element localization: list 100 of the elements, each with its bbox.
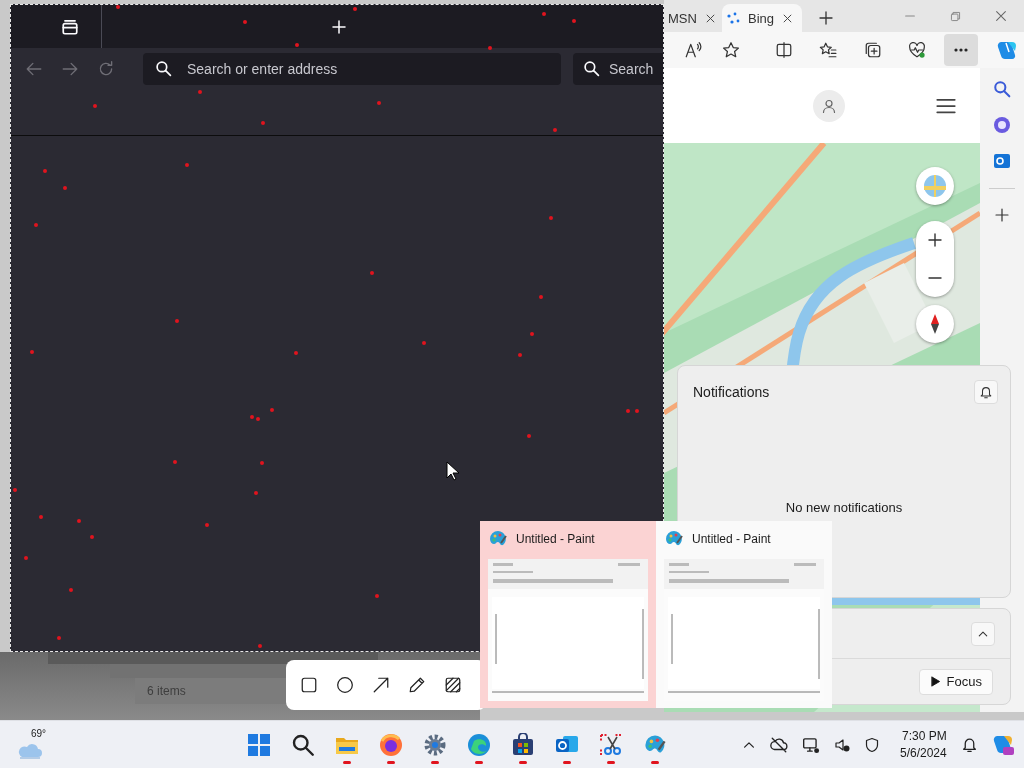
dot-icon bbox=[549, 216, 553, 220]
browser-tab[interactable]: Bing bbox=[722, 4, 802, 32]
pen-tool-icon[interactable] bbox=[408, 676, 426, 694]
close-tab-icon[interactable] bbox=[782, 12, 794, 24]
search-icon bbox=[155, 60, 172, 77]
reload-icon[interactable] bbox=[97, 60, 115, 78]
dot-icon bbox=[243, 20, 247, 24]
window-preview-card[interactable]: Untitled - Paint bbox=[656, 521, 832, 708]
panel-title: Notifications bbox=[693, 384, 770, 400]
dot-icon bbox=[626, 409, 630, 413]
mouse-cursor-icon bbox=[446, 461, 460, 482]
fox-browser-icon[interactable] bbox=[379, 732, 403, 757]
bell-icon bbox=[979, 385, 993, 399]
dot-icon bbox=[63, 186, 67, 190]
dot-icon bbox=[260, 461, 264, 465]
forward-icon[interactable] bbox=[61, 60, 79, 78]
tab-list-icon[interactable] bbox=[61, 17, 79, 36]
window-title: Untitled - Paint bbox=[692, 532, 771, 546]
restore-icon[interactable] bbox=[949, 9, 962, 23]
dot-icon bbox=[39, 515, 43, 519]
search-icon bbox=[583, 60, 600, 77]
clock-date: 5/6/2024 bbox=[900, 744, 947, 762]
dot-icon bbox=[527, 434, 531, 438]
split-screen-icon[interactable] bbox=[775, 41, 793, 59]
cloud-off-icon[interactable] bbox=[770, 735, 788, 754]
dot-icon bbox=[93, 104, 97, 108]
rectangle-tool-icon[interactable] bbox=[300, 676, 318, 694]
dot-icon bbox=[539, 295, 543, 299]
shield-icon[interactable] bbox=[864, 736, 880, 753]
search-field[interactable]: Search bbox=[573, 53, 663, 85]
monitor-icon[interactable] bbox=[802, 735, 820, 754]
dot-icon bbox=[530, 332, 534, 336]
dot-icon bbox=[295, 43, 299, 47]
dot-icon bbox=[488, 46, 492, 50]
dot-icon bbox=[43, 169, 47, 173]
favorite-star-icon[interactable] bbox=[722, 41, 740, 59]
item-count: 6 items bbox=[147, 684, 186, 698]
search-icon[interactable] bbox=[291, 732, 315, 757]
dot-icon bbox=[518, 353, 522, 357]
dot-icon bbox=[635, 409, 639, 413]
copilot-icon[interactable] bbox=[996, 39, 1018, 61]
dot-icon bbox=[57, 636, 61, 640]
gear-icon[interactable] bbox=[423, 732, 447, 757]
dot-icon bbox=[250, 415, 254, 419]
dot-icon bbox=[353, 7, 357, 11]
dot-icon bbox=[90, 535, 94, 539]
dot-icon bbox=[370, 271, 374, 275]
blur-tool-icon[interactable] bbox=[444, 676, 462, 694]
dot-icon bbox=[377, 101, 381, 105]
window-title: Untitled - Paint bbox=[516, 532, 595, 546]
person-icon bbox=[821, 97, 837, 114]
heart-pulse-icon[interactable] bbox=[908, 41, 926, 59]
empty-message: No new notifications bbox=[784, 500, 904, 515]
profile-avatar[interactable] bbox=[813, 89, 845, 122]
collections-icon[interactable] bbox=[864, 41, 882, 59]
wave-browser-icon[interactable] bbox=[467, 732, 491, 757]
dot-icon bbox=[572, 19, 576, 23]
dot-icon bbox=[375, 594, 379, 598]
compass-icon bbox=[930, 314, 940, 334]
browser-tab[interactable]: MSN bbox=[664, 4, 716, 32]
focus-button[interactable]: Focus bbox=[918, 668, 993, 695]
address-field[interactable]: Search or enter address bbox=[143, 53, 561, 85]
dot-icon bbox=[185, 163, 189, 167]
notification-bell-icon[interactable] bbox=[960, 736, 978, 753]
dot-icon bbox=[258, 644, 262, 648]
dot-icon bbox=[422, 341, 426, 345]
outlook-icon[interactable] bbox=[993, 152, 1011, 170]
ellipse-tool-icon[interactable] bbox=[336, 676, 354, 694]
shopping-bag-icon[interactable] bbox=[511, 732, 535, 757]
read-aloud-icon[interactable] bbox=[684, 41, 702, 59]
dot-icon bbox=[205, 523, 209, 527]
dot-icon bbox=[173, 460, 177, 464]
back-icon[interactable] bbox=[25, 60, 43, 78]
dot-icon bbox=[198, 90, 202, 94]
arrow-tool-icon[interactable] bbox=[372, 676, 390, 694]
dot-icon bbox=[261, 121, 265, 125]
dot-icon bbox=[13, 488, 17, 492]
clock-time: 7:30 PM bbox=[902, 727, 947, 745]
dot-icon bbox=[77, 519, 81, 523]
play-icon bbox=[929, 676, 941, 687]
close-tab-icon[interactable] bbox=[704, 12, 716, 24]
new-tab-icon[interactable] bbox=[818, 10, 834, 26]
dot-icon bbox=[24, 556, 28, 560]
temperature: 69° bbox=[31, 727, 47, 739]
window-preview-card[interactable]: Untitled - Paint bbox=[480, 521, 656, 708]
favorites-icon[interactable] bbox=[819, 41, 837, 59]
dot-icon bbox=[294, 351, 298, 355]
dot-icon bbox=[256, 417, 260, 421]
dot-icon bbox=[116, 5, 120, 9]
close-icon[interactable] bbox=[994, 9, 1008, 23]
dot-icon bbox=[270, 408, 274, 412]
clock[interactable]: 7:30 PM 5/6/2024 bbox=[900, 727, 947, 762]
windows-start-icon[interactable] bbox=[247, 732, 271, 757]
add-icon[interactable] bbox=[994, 207, 1010, 223]
dot-icon bbox=[542, 12, 546, 16]
do-not-disturb-button[interactable] bbox=[974, 380, 998, 404]
zoom-in-icon[interactable] bbox=[927, 232, 943, 248]
dot-icon bbox=[34, 223, 38, 227]
scissors-icon[interactable] bbox=[599, 732, 623, 757]
circle-app-icon[interactable] bbox=[993, 116, 1011, 134]
